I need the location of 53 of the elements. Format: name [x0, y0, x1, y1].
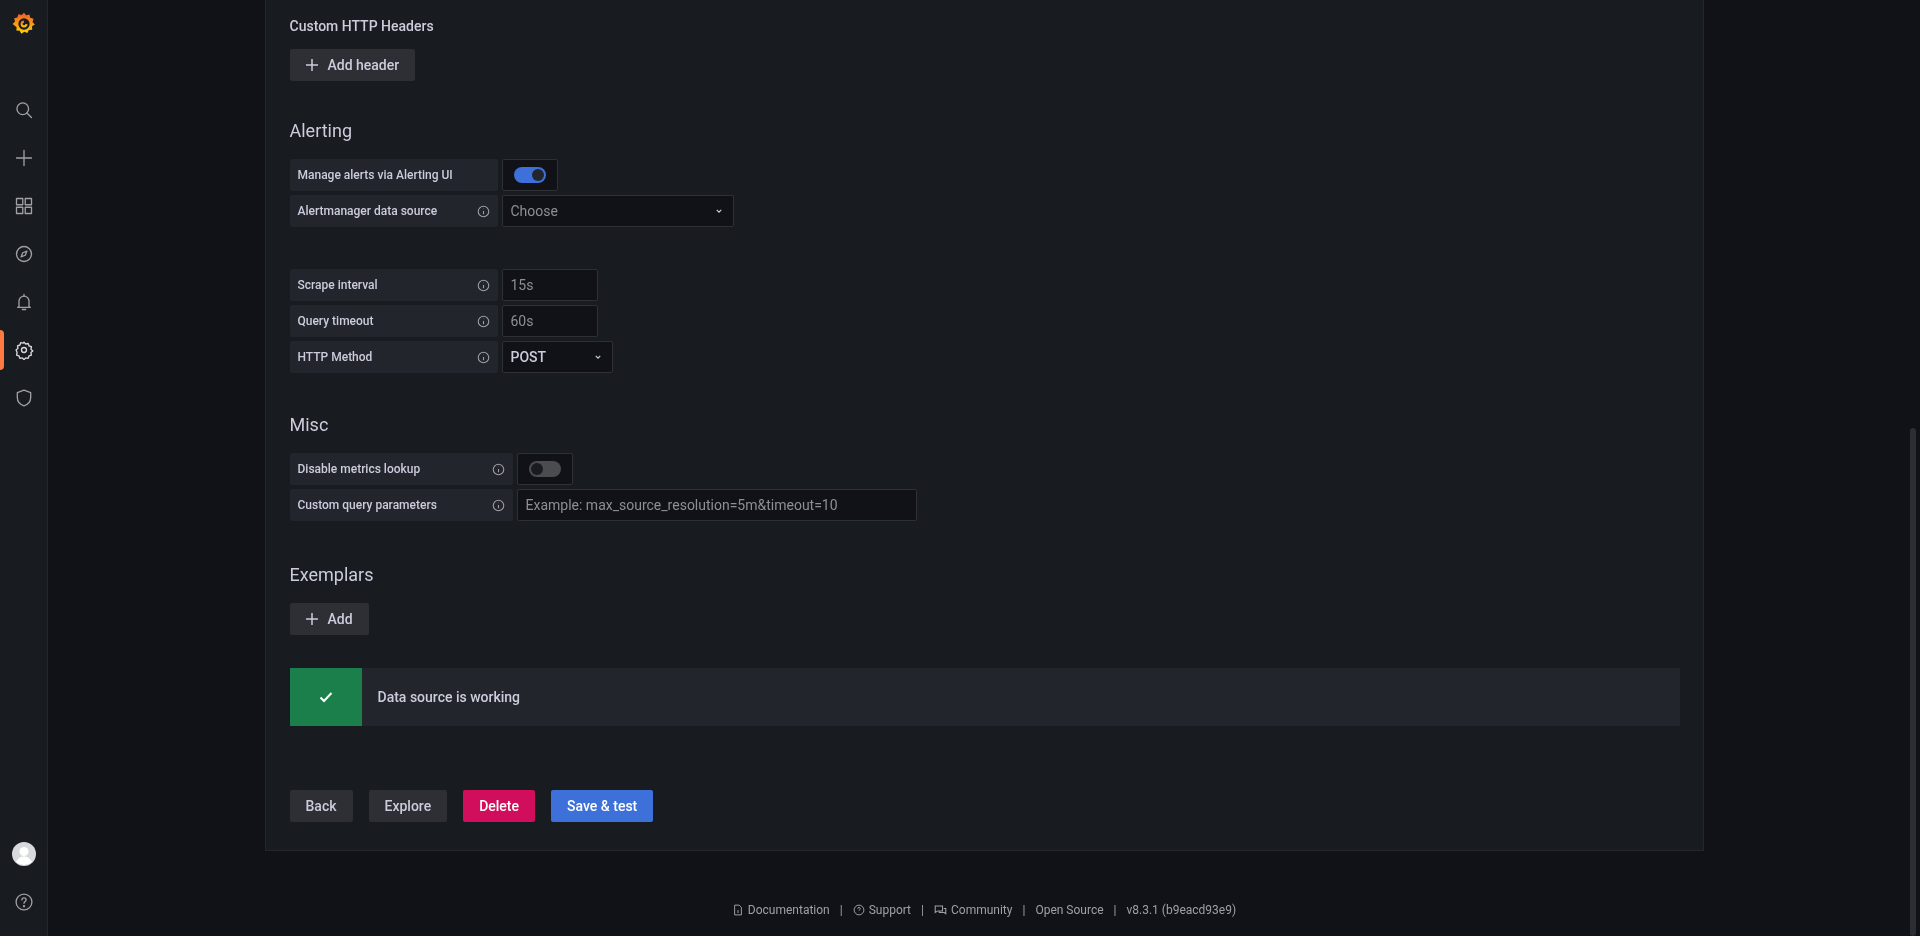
info-icon[interactable] — [476, 350, 490, 364]
help-icon[interactable] — [13, 892, 34, 912]
active-indicator — [0, 330, 4, 370]
help-icon — [852, 904, 865, 916]
plus-icon — [305, 613, 318, 625]
info-icon[interactable] — [476, 278, 490, 292]
section-title: Custom HTTP Headers — [289, 17, 435, 35]
select-field[interactable]: Choose — [501, 195, 734, 227]
search-icon — [13, 100, 34, 120]
label-text: Alertmanager data source — [297, 203, 438, 220]
section-heading: Alerting — [289, 119, 354, 143]
add-button[interactable]: Add — [289, 603, 369, 635]
footer-separator: | — [921, 902, 924, 919]
info-icon[interactable] — [491, 498, 505, 512]
action-button[interactable]: Back — [289, 790, 353, 822]
input-field[interactable]: Example: max_source_resolution=5m&timeout=10 — [516, 489, 917, 521]
label-text: Scrape interval — [297, 277, 378, 294]
status-message: Data source is working — [377, 687, 521, 707]
label-text: HTTP Method — [297, 349, 373, 366]
info-icon[interactable] — [476, 204, 490, 218]
grid-icon — [13, 196, 34, 216]
footer-link[interactable]: Open Source — [1035, 901, 1104, 919]
action-button[interactable]: Explore — [368, 790, 448, 822]
section-heading: Misc — [289, 413, 330, 437]
compass-icon — [13, 244, 34, 264]
add-header-button[interactable]: Add header — [289, 49, 416, 81]
chat-bubbles-icon — [934, 903, 947, 917]
footer-link[interactable]: Documentation — [731, 901, 830, 919]
info-icon[interactable] — [476, 314, 490, 328]
label-text: Disable metrics lookup — [297, 461, 421, 478]
plus-icon — [13, 148, 34, 168]
version-text: v8.3.1 (b9eacd93e9) — [1126, 902, 1237, 919]
info-icon[interactable] — [491, 462, 505, 476]
input-field[interactable]: 60s — [501, 305, 598, 337]
label-text: Manage alerts via Alerting UI — [297, 167, 453, 184]
footer-separator: | — [1022, 902, 1026, 919]
footer-link[interactable]: Community — [934, 901, 1013, 919]
input-field[interactable]: 15s — [501, 269, 598, 301]
action-button[interactable]: Delete — [463, 790, 536, 822]
section-heading: Exemplars — [289, 563, 375, 587]
toggle-switch[interactable] — [513, 167, 546, 183]
avatar-icon[interactable] — [11, 842, 36, 866]
document-icon — [731, 904, 744, 916]
footer-separator: | — [1113, 902, 1117, 919]
label-text: Custom query parameters — [297, 497, 437, 514]
toggle-switch[interactable] — [528, 461, 561, 477]
action-button[interactable]: Save & test — [551, 790, 654, 822]
label-text: Query timeout — [297, 313, 374, 330]
footer-separator: | — [839, 902, 843, 919]
footer-link[interactable]: Support — [852, 901, 912, 919]
settings-icon — [13, 340, 34, 360]
plus-icon — [305, 59, 318, 71]
select-field[interactable]: POST — [501, 341, 613, 373]
